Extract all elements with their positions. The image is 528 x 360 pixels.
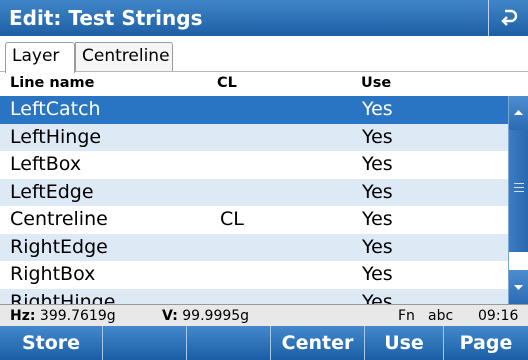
use-cell: Yes — [362, 208, 393, 230]
line-name-cell: RightHinge — [10, 290, 116, 305]
use-cell: Yes — [362, 235, 393, 258]
vertical-scrollbar[interactable] — [508, 96, 528, 304]
line-name-cell: LeftHinge — [10, 125, 102, 148]
tab-centreline[interactable]: Centreline — [75, 42, 173, 71]
use-cell: Yes — [362, 180, 393, 203]
line-table: LeftCatch Yes LeftHinge Yes LeftBox Yes … — [0, 96, 508, 304]
scroll-thumb[interactable] — [509, 130, 528, 252]
use-cell: Yes — [362, 263, 393, 285]
hz-readout: Hz: 399.7619g — [10, 308, 116, 324]
line-name-cell: RightEdge — [10, 235, 108, 258]
table-row[interactable]: RightBox Yes — [0, 261, 508, 289]
status-bar: Hz: 399.7619g V: 99.9995g Fn abc 09:16 — [0, 304, 528, 326]
table-row[interactable]: RightHinge Yes — [0, 288, 508, 305]
grip-line — [514, 187, 524, 188]
table-header: Line name CL Use — [0, 72, 528, 96]
line-name-cell: Centreline — [10, 208, 108, 230]
tab-bar: Layer Centreline — [0, 36, 528, 73]
scroll-up-button[interactable] — [509, 96, 528, 130]
cl-cell: CL — [220, 208, 244, 230]
v-readout: V: 99.9995g — [162, 308, 249, 324]
softkey-2-button[interactable] — [103, 326, 187, 360]
column-header-use[interactable]: Use — [361, 75, 391, 91]
table-row[interactable]: LeftCatch Yes — [0, 96, 508, 124]
title-bar: Edit: Test Strings — [0, 0, 528, 36]
fn-indicator: Fn — [398, 308, 415, 324]
use-cell: Yes — [362, 153, 393, 175]
grip-line — [514, 191, 524, 192]
arrow-up-icon — [514, 110, 523, 115]
tab-layer[interactable]: Layer — [5, 42, 75, 73]
grip-line — [514, 183, 524, 184]
use-button[interactable]: Use — [365, 326, 444, 360]
line-name-cell: LeftCatch — [10, 98, 101, 120]
softkey-bar: Store Center Use Page — [0, 326, 528, 360]
table-row[interactable]: LeftEdge Yes — [0, 178, 508, 206]
column-header-line-name[interactable]: Line name — [10, 75, 94, 91]
line-name-cell: LeftBox — [10, 153, 82, 175]
arrow-down-icon — [514, 285, 523, 290]
hz-label: Hz: — [10, 308, 36, 324]
clock: 09:16 — [478, 308, 519, 324]
back-button[interactable] — [488, 0, 528, 36]
v-value: 99.9995g — [182, 308, 250, 324]
line-name-cell: RightBox — [10, 263, 96, 285]
back-arrow-icon — [500, 9, 517, 26]
store-button[interactable]: Store — [0, 326, 103, 360]
v-label: V: — [162, 308, 178, 324]
softkey-3-button[interactable] — [187, 326, 271, 360]
scroll-down-button[interactable] — [509, 270, 528, 304]
use-cell: Yes — [362, 125, 393, 148]
table-row[interactable]: RightEdge Yes — [0, 233, 508, 261]
hz-value: 399.7619g — [39, 308, 116, 324]
table-row[interactable]: Centreline CL Yes — [0, 206, 508, 234]
page-title: Edit: Test Strings — [9, 6, 203, 30]
page-button[interactable]: Page — [444, 326, 528, 360]
use-cell: Yes — [362, 290, 393, 305]
use-cell: Yes — [362, 98, 393, 120]
input-mode-indicator: abc — [428, 308, 454, 324]
line-name-cell: LeftEdge — [10, 180, 94, 203]
center-button[interactable]: Center — [271, 326, 365, 360]
column-header-cl[interactable]: CL — [217, 75, 237, 91]
table-row[interactable]: LeftHinge Yes — [0, 123, 508, 151]
table-row[interactable]: LeftBox Yes — [0, 151, 508, 179]
